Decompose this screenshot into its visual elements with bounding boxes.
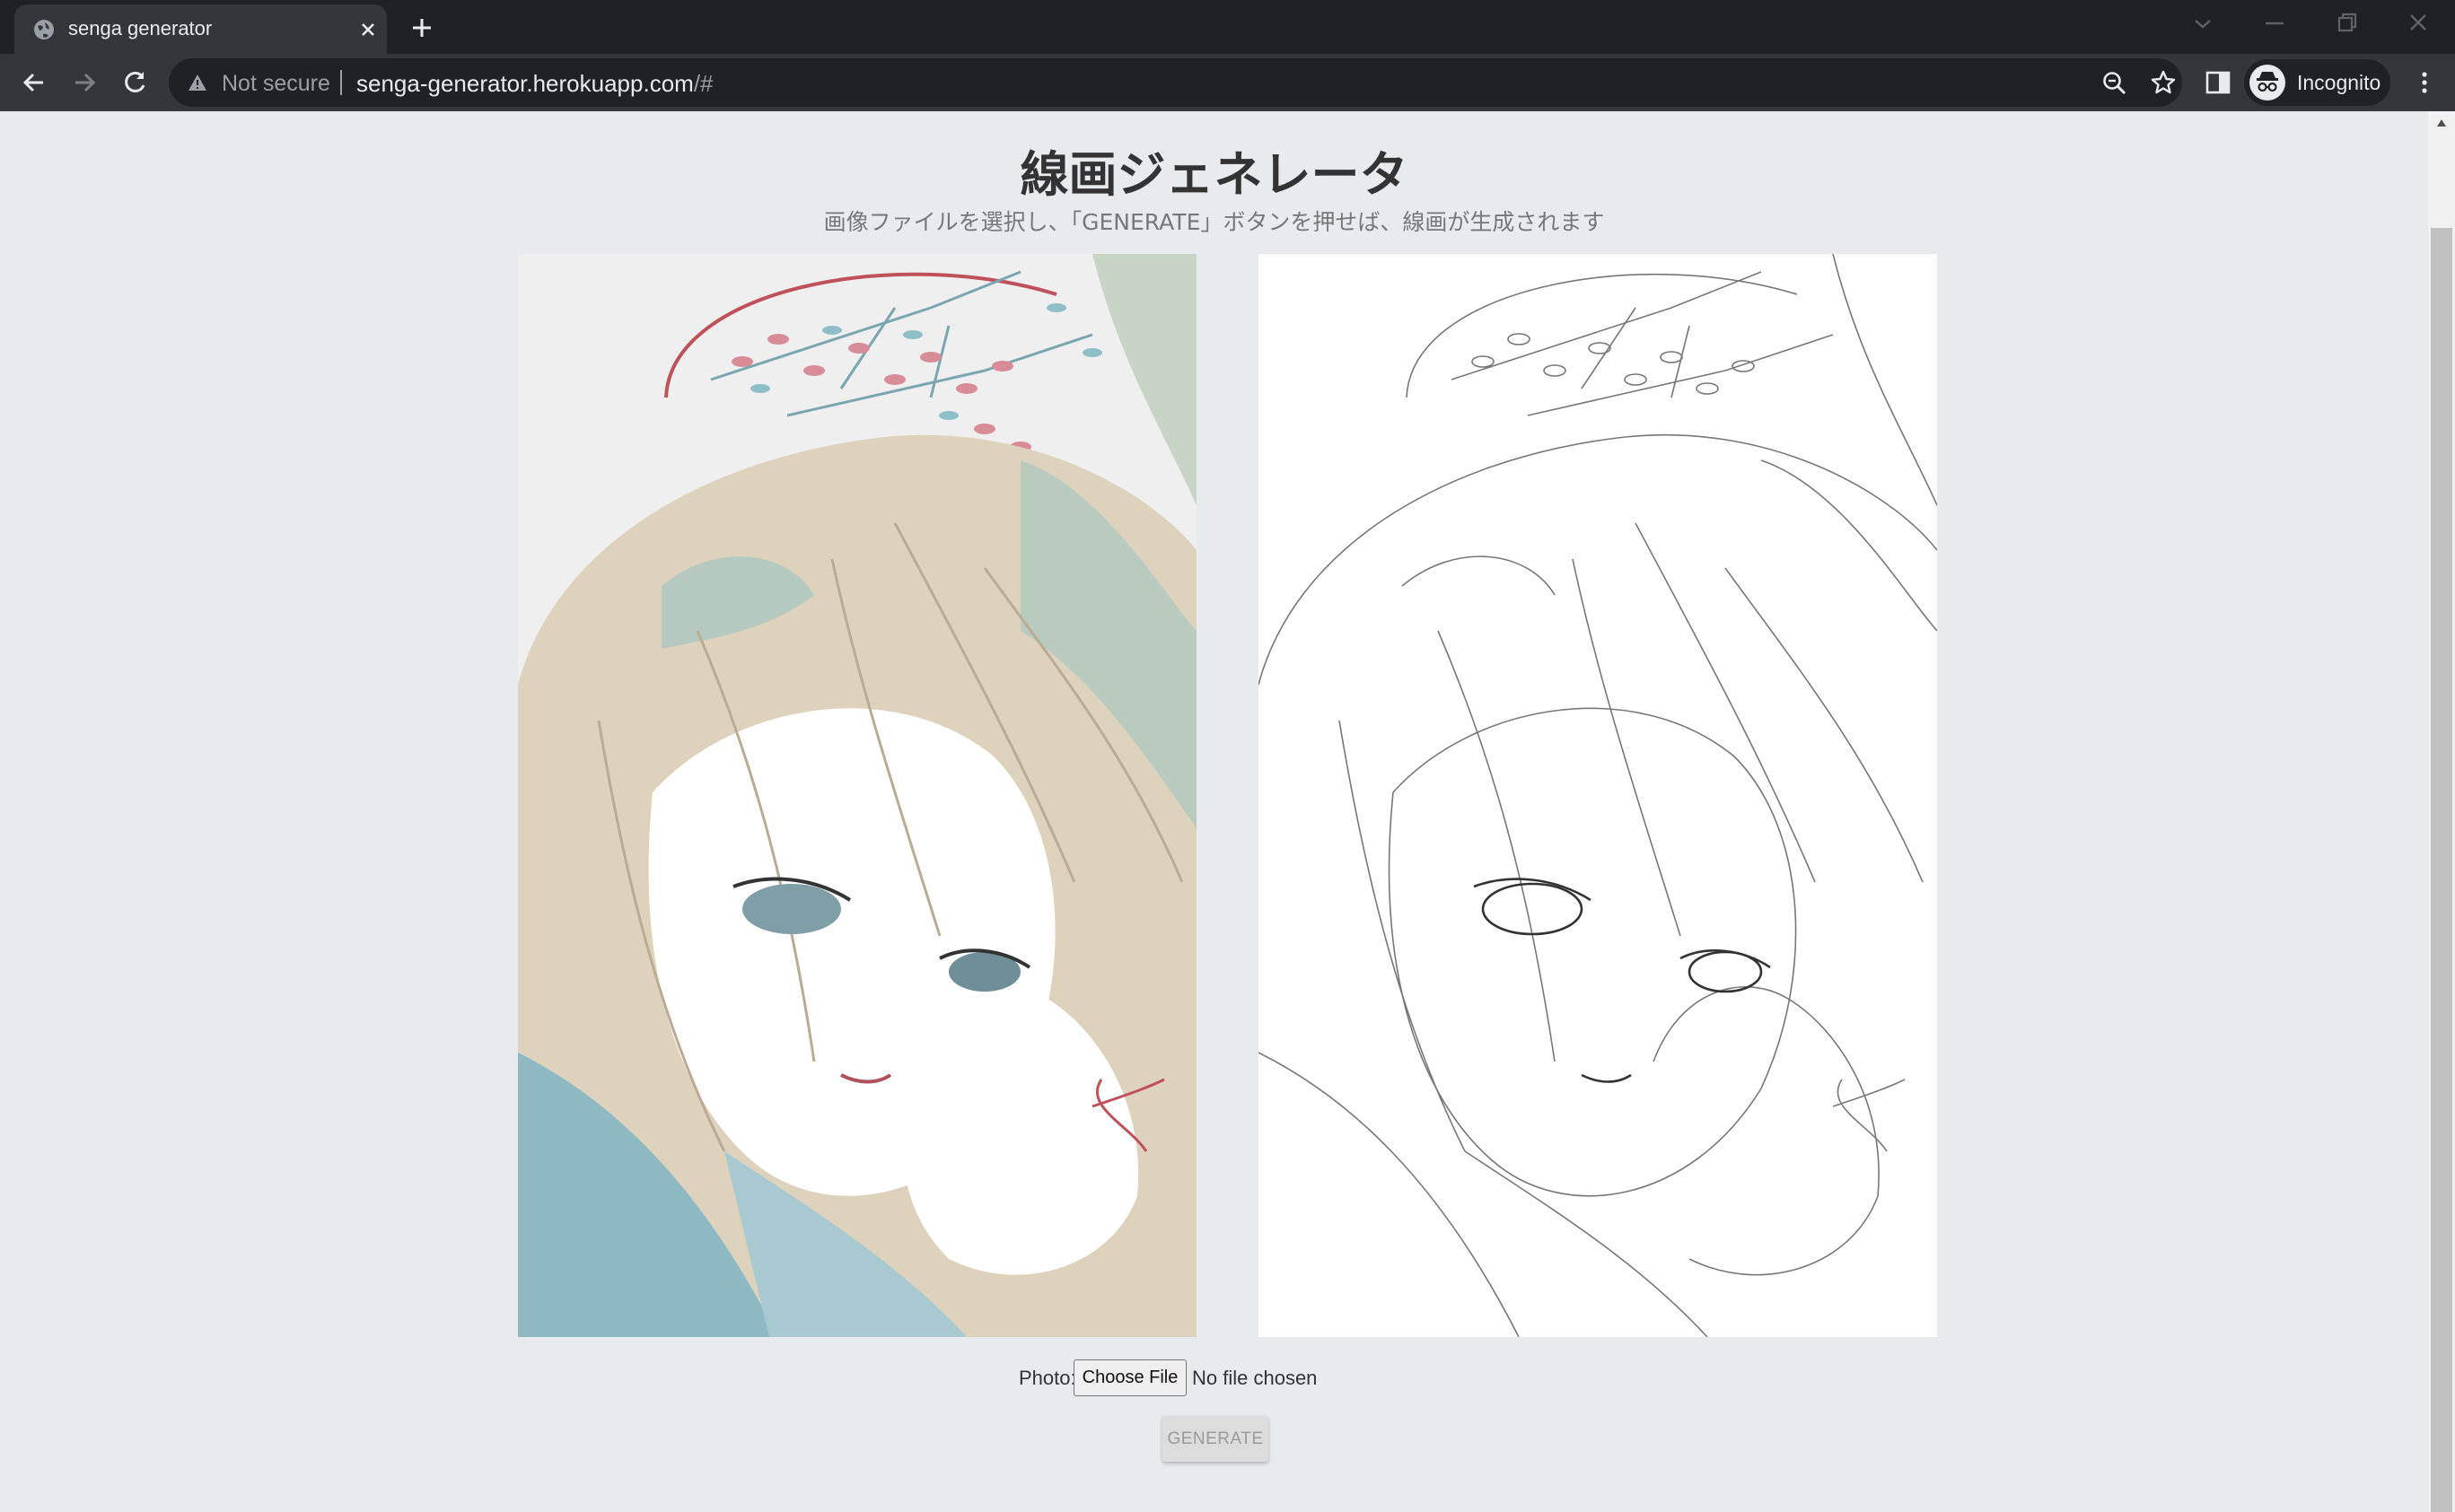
url-path: /# — [693, 70, 714, 97]
page-subtitle: 画像ファイルを選択し、「GENERATE」ボタンを押せば、線画が生成されます — [823, 209, 1605, 235]
reload-icon[interactable] — [118, 66, 151, 99]
globe-icon — [34, 20, 54, 39]
choose-file-button[interactable]: Choose File — [1074, 1359, 1187, 1396]
kebab-menu-icon[interactable] — [2408, 66, 2441, 99]
file-upload-row: Photo: Choose File No file chosen — [0, 1359, 2428, 1398]
page-viewport: 線画ジェネレータ 画像ファイルを選択し、「GENERATE」ボタンを押せば、線画… — [0, 111, 2428, 1512]
output-line-art — [1258, 254, 1937, 1337]
url-text[interactable]: senga-generator.herokuapp.com/# — [356, 70, 714, 98]
input-image — [518, 254, 1197, 1337]
restore-icon[interactable] — [2321, 5, 2372, 41]
zoom-out-icon[interactable] — [2101, 70, 2128, 97]
scroll-up-arrow-icon[interactable] — [2436, 118, 2447, 127]
file-status: No file chosen — [1192, 1367, 1318, 1389]
security-label[interactable]: Not secure — [222, 71, 330, 97]
scrollbar-thumb[interactable] — [2431, 228, 2452, 1512]
generate-button[interactable]: GENERATE — [1162, 1416, 1268, 1462]
incognito-indicator[interactable]: Incognito — [2244, 59, 2390, 106]
browser-toolbar: Not secure senga-generator.herokuapp.com… — [0, 54, 2455, 111]
minimize-icon[interactable] — [2249, 5, 2300, 41]
close-window-icon[interactable] — [2393, 5, 2443, 41]
plus-icon[interactable] — [406, 12, 438, 44]
browser-tab[interactable]: senga generator — [14, 4, 387, 54]
side-panel-icon[interactable] — [2204, 68, 2232, 97]
page-scrollbar[interactable] — [2428, 111, 2455, 1512]
page-title: 線画ジェネレータ — [1020, 146, 1408, 203]
incognito-label: Incognito — [2297, 71, 2381, 94]
arrow-left-icon[interactable] — [18, 66, 50, 99]
omnibox-divider — [340, 70, 342, 95]
tab-title: senga generator — [68, 17, 213, 39]
photo-label: Photo: — [1019, 1367, 1076, 1389]
color-illustration — [518, 254, 1197, 1337]
incognito-icon — [2249, 65, 2285, 101]
arrow-right-icon[interactable] — [68, 66, 101, 99]
close-icon[interactable] — [354, 15, 382, 44]
address-bar[interactable]: Not secure senga-generator.herokuapp.com… — [169, 58, 2182, 107]
line-art-illustration — [1258, 254, 1937, 1337]
warning-icon[interactable] — [187, 72, 208, 93]
chevron-down-icon[interactable] — [2178, 5, 2228, 41]
tab-strip: senga generator — [0, 0, 2455, 54]
star-icon[interactable] — [2150, 69, 2177, 96]
url-host: senga-generator.herokuapp.com — [356, 70, 694, 97]
